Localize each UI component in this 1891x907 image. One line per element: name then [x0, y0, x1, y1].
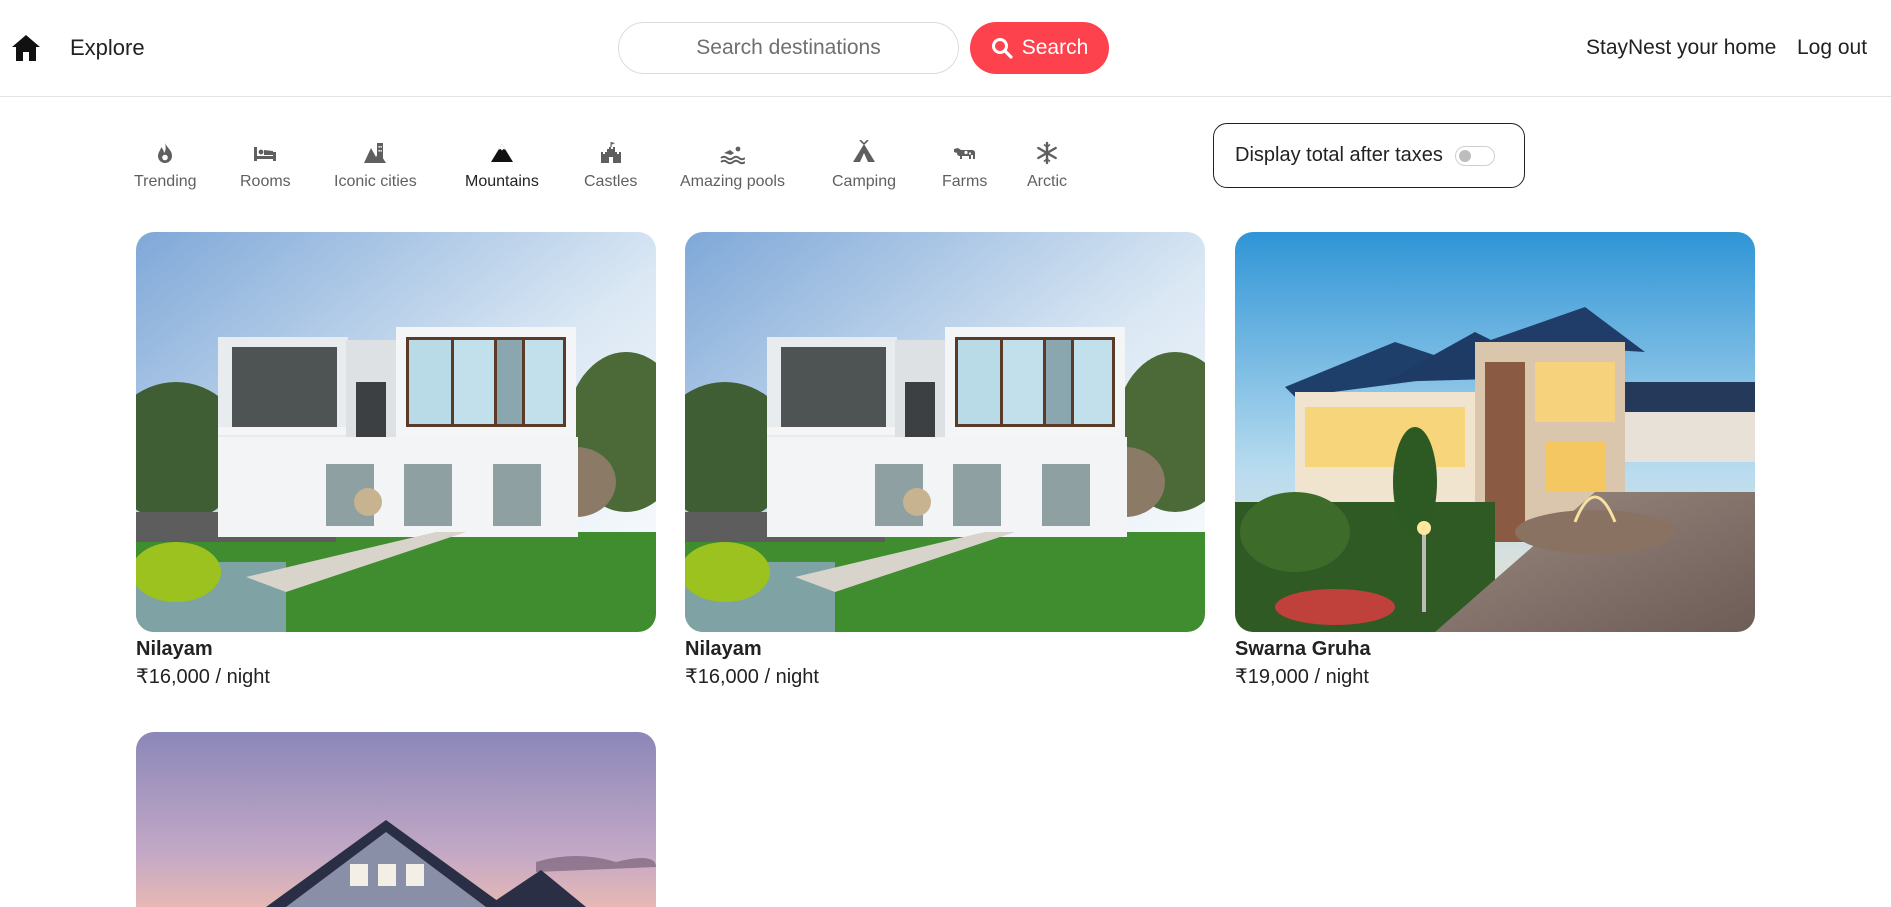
- tax-toggle-label: Display total after taxes: [1235, 144, 1443, 166]
- listing-price: ₹19,000 / night: [1235, 666, 1369, 688]
- filter-label: Trending: [134, 173, 197, 190]
- filter-label: Mountains: [465, 173, 539, 190]
- search-button[interactable]: Search: [970, 22, 1109, 74]
- listing-photo[interactable]: [136, 732, 656, 907]
- filter-label: Farms: [942, 173, 988, 190]
- listing-photo[interactable]: [1235, 232, 1755, 632]
- castle-icon: [600, 142, 621, 163]
- filter-label: Castles: [584, 173, 638, 190]
- listing-title: Nilayam: [136, 638, 213, 660]
- filter-label: Rooms: [240, 173, 291, 190]
- tent-icon: [853, 140, 876, 162]
- flame-icon: [158, 143, 173, 163]
- host-your-home-link[interactable]: StayNest your home: [1586, 35, 1776, 61]
- filter-arctic[interactable]: Arctic: [1027, 140, 1067, 192]
- filter-camping[interactable]: Camping: [832, 140, 896, 192]
- listing-card[interactable]: [136, 732, 656, 907]
- filter-farms[interactable]: Farms: [942, 140, 987, 192]
- listing-price: ₹16,000 / night: [685, 666, 819, 688]
- listing-price: ₹16,000 / night: [136, 666, 270, 688]
- filter-iconic-cities[interactable]: Iconic cities: [334, 140, 417, 192]
- search-button-label: Search: [1021, 36, 1089, 59]
- filter-mountains[interactable]: Mountains: [465, 140, 539, 192]
- listing-card[interactable]: Swarna Gruha ₹19,000 / night: [1235, 232, 1755, 690]
- bed-icon: [254, 147, 277, 161]
- listing-card[interactable]: Nilayam ₹16,000 / night: [136, 232, 656, 690]
- mountain-icon: [490, 144, 513, 162]
- filter-label: Arctic: [1027, 173, 1067, 190]
- snowflake-icon: [1037, 141, 1057, 165]
- house-icon[interactable]: [10, 33, 42, 63]
- filter-label: Amazing pools: [680, 173, 785, 190]
- toggle-knob: [1458, 149, 1471, 162]
- filter-rooms[interactable]: Rooms: [240, 140, 291, 192]
- city-icon: [364, 143, 387, 163]
- explore-link[interactable]: Explore: [70, 35, 145, 61]
- filter-label: Camping: [832, 173, 897, 190]
- filter-amazing-pools[interactable]: Amazing pools: [680, 140, 785, 192]
- listing-title: Swarna Gruha: [1235, 638, 1371, 660]
- cow-icon: [953, 148, 975, 159]
- logout-link[interactable]: Log out: [1797, 35, 1867, 61]
- filter-label: Iconic cities: [334, 173, 417, 190]
- swimmer-icon: [720, 146, 746, 165]
- listing-card[interactable]: Nilayam ₹16,000 / night: [685, 232, 1205, 690]
- tax-toggle-switch[interactable]: [1454, 145, 1495, 166]
- filter-castles[interactable]: Castles: [584, 140, 637, 192]
- listing-photo[interactable]: [136, 232, 656, 632]
- listing-title: Nilayam: [685, 638, 762, 660]
- navbar: Explore Search StayNest your home Log ou…: [0, 0, 1891, 97]
- filter-trending[interactable]: Trending: [134, 140, 197, 192]
- search-icon: [991, 38, 1013, 59]
- search-input[interactable]: [618, 22, 959, 74]
- listing-photo[interactable]: [685, 232, 1205, 632]
- tax-toggle-box[interactable]: Display total after taxes: [1213, 123, 1525, 188]
